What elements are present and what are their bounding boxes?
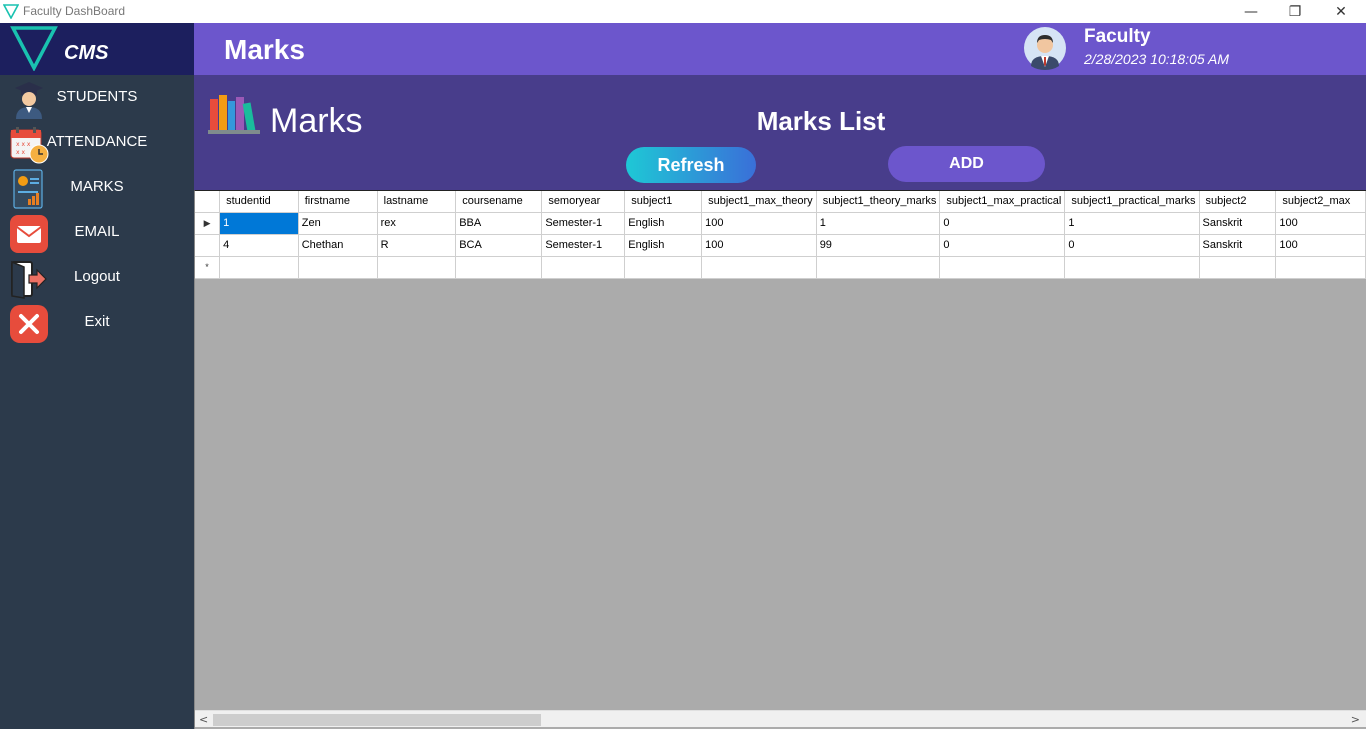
sidebar-item-exit[interactable]: Exit xyxy=(0,300,194,345)
sidebar: CMS STUDENTS x x x x x ATTENDANCE MARKS … xyxy=(0,23,194,729)
table-cell[interactable]: rex xyxy=(377,212,457,235)
books-icon xyxy=(208,95,260,134)
table-cell[interactable] xyxy=(816,256,941,279)
table-cell[interactable]: Semester-1 xyxy=(541,212,626,235)
faculty-dashboard-window: Faculty DashBoard — ❐ ✕ CMS STUDENTS x x… xyxy=(0,0,1366,729)
table-cell[interactable]: 0 xyxy=(939,212,1066,235)
table-cell[interactable]: 100 xyxy=(701,212,817,235)
table-cell[interactable]: 1 xyxy=(816,212,941,235)
title-bar: Faculty DashBoard — ❐ ✕ xyxy=(0,0,1366,23)
svg-text:x x: x x xyxy=(16,149,25,156)
column-header[interactable]: studentid xyxy=(219,191,299,213)
table-cell[interactable]: 1 xyxy=(1064,212,1200,235)
table-cell[interactable] xyxy=(298,256,378,279)
sidebar-item-attendance[interactable]: x x x x x ATTENDANCE xyxy=(0,120,194,165)
table-cell[interactable]: 100 xyxy=(1275,234,1366,257)
column-header[interactable]: subject1_max_theory xyxy=(701,191,817,213)
table-cell[interactable] xyxy=(219,256,299,279)
sidebar-item-email[interactable]: EMAIL xyxy=(0,210,194,255)
marks-banner: Marks Marks List Refresh ADD xyxy=(194,75,1366,190)
scrollbar-thumb[interactable] xyxy=(213,714,541,726)
current-datetime: 2/28/2023 10:18:05 AM xyxy=(1084,51,1230,67)
sidebar-item-label: ATTENDANCE xyxy=(46,133,148,150)
header: Marks Faculty 2/28/2023 10:18:05 AM xyxy=(194,23,1366,75)
table-cell[interactable] xyxy=(939,256,1066,279)
table-cell[interactable] xyxy=(1199,256,1277,279)
horizontal-scrollbar[interactable]: < > xyxy=(195,710,1366,727)
table-cell[interactable] xyxy=(541,256,626,279)
table-cell[interactable]: Sanskrit xyxy=(1199,212,1277,235)
app-logo-icon xyxy=(3,4,19,19)
column-header[interactable]: subject2 xyxy=(1199,191,1277,213)
table-cell[interactable] xyxy=(377,256,457,279)
logo-text: CMS xyxy=(64,42,109,64)
new-row[interactable]: * xyxy=(195,256,1366,279)
table-cell[interactable]: 1 xyxy=(219,212,299,235)
table-cell[interactable]: 100 xyxy=(701,234,817,257)
table-cell[interactable] xyxy=(455,256,543,279)
table-cell[interactable]: BBA xyxy=(455,212,543,235)
column-header[interactable]: subject1_practical_marks xyxy=(1064,191,1200,213)
column-header[interactable]: subject1 xyxy=(624,191,703,213)
sidebar-item-label: Exit xyxy=(84,313,110,330)
table-cell[interactable] xyxy=(624,256,703,279)
table-cell[interactable]: 0 xyxy=(1064,234,1200,257)
marks-data-grid[interactable]: studentid firstname lastname coursename … xyxy=(194,190,1366,729)
window-title: Faculty DashBoard xyxy=(23,4,126,18)
sidebar-item-label: MARKS xyxy=(70,178,124,195)
sidebar-item-label: EMAIL xyxy=(74,223,120,240)
sidebar-item-marks[interactable]: MARKS xyxy=(0,165,194,210)
close-button[interactable]: ✕ xyxy=(1318,0,1364,23)
new-row-indicator[interactable]: * xyxy=(195,256,221,279)
logo-area: CMS xyxy=(0,23,194,75)
table-cell[interactable]: Sanskrit xyxy=(1199,234,1277,257)
table-cell[interactable]: 4 xyxy=(219,234,299,257)
avatar xyxy=(1024,27,1066,70)
table-row[interactable]: 4 Chethan R BCA Semester-1 English 100 9… xyxy=(195,234,1366,257)
restore-button[interactable]: ❐ xyxy=(1272,0,1318,23)
table-cell[interactable]: 100 xyxy=(1275,212,1366,235)
page-title: Marks xyxy=(224,34,305,65)
scroll-left-arrow-icon[interactable]: < xyxy=(199,713,208,726)
row-header-cell[interactable] xyxy=(195,234,221,257)
table-cell[interactable]: 99 xyxy=(816,234,941,257)
table-cell[interactable]: English xyxy=(624,234,703,257)
scroll-right-arrow-icon[interactable]: > xyxy=(1351,713,1360,726)
table-cell[interactable] xyxy=(1064,256,1200,279)
minimize-button[interactable]: — xyxy=(1228,0,1274,23)
column-header[interactable]: lastname xyxy=(377,191,457,213)
add-button[interactable]: ADD xyxy=(888,146,1045,182)
user-name: Faculty xyxy=(1084,26,1151,47)
marks-table: studentid firstname lastname coursename … xyxy=(195,191,1366,279)
table-cell[interactable]: R xyxy=(377,234,457,257)
column-header[interactable]: subject1_theory_marks xyxy=(816,191,941,213)
list-title: Marks List xyxy=(756,106,886,136)
table-cell[interactable]: English xyxy=(624,212,703,235)
corner-header-cell[interactable] xyxy=(195,191,221,213)
table-cell[interactable]: Zen xyxy=(298,212,378,235)
table-cell[interactable]: BCA xyxy=(455,234,543,257)
table-cell[interactable] xyxy=(701,256,817,279)
refresh-button[interactable]: Refresh xyxy=(626,147,756,183)
table-cell[interactable]: Chethan xyxy=(298,234,378,257)
cms-logo-icon xyxy=(10,26,58,71)
table-header-row: studentid firstname lastname coursename … xyxy=(195,191,1366,213)
column-header[interactable]: firstname xyxy=(298,191,378,213)
table-cell[interactable]: 0 xyxy=(939,234,1066,257)
section-title: Marks xyxy=(270,102,363,140)
table-row[interactable]: ▶ 1 Zen rex BBA Semester-1 English 100 1… xyxy=(195,212,1366,235)
sidebar-item-students[interactable]: STUDENTS xyxy=(0,75,194,120)
sidebar-item-label: Logout xyxy=(74,268,120,285)
column-header[interactable]: subject1_max_practical xyxy=(939,191,1066,213)
sidebar-item-logout[interactable]: Logout xyxy=(0,255,194,300)
table-cell[interactable] xyxy=(1275,256,1366,279)
sidebar-item-label: STUDENTS xyxy=(56,88,138,105)
column-header[interactable]: coursename xyxy=(455,191,543,213)
table-cell[interactable]: Semester-1 xyxy=(541,234,626,257)
current-row-indicator[interactable]: ▶ xyxy=(195,212,221,235)
column-header[interactable]: subject2_max xyxy=(1275,191,1366,213)
column-header[interactable]: semoryear xyxy=(541,191,626,213)
